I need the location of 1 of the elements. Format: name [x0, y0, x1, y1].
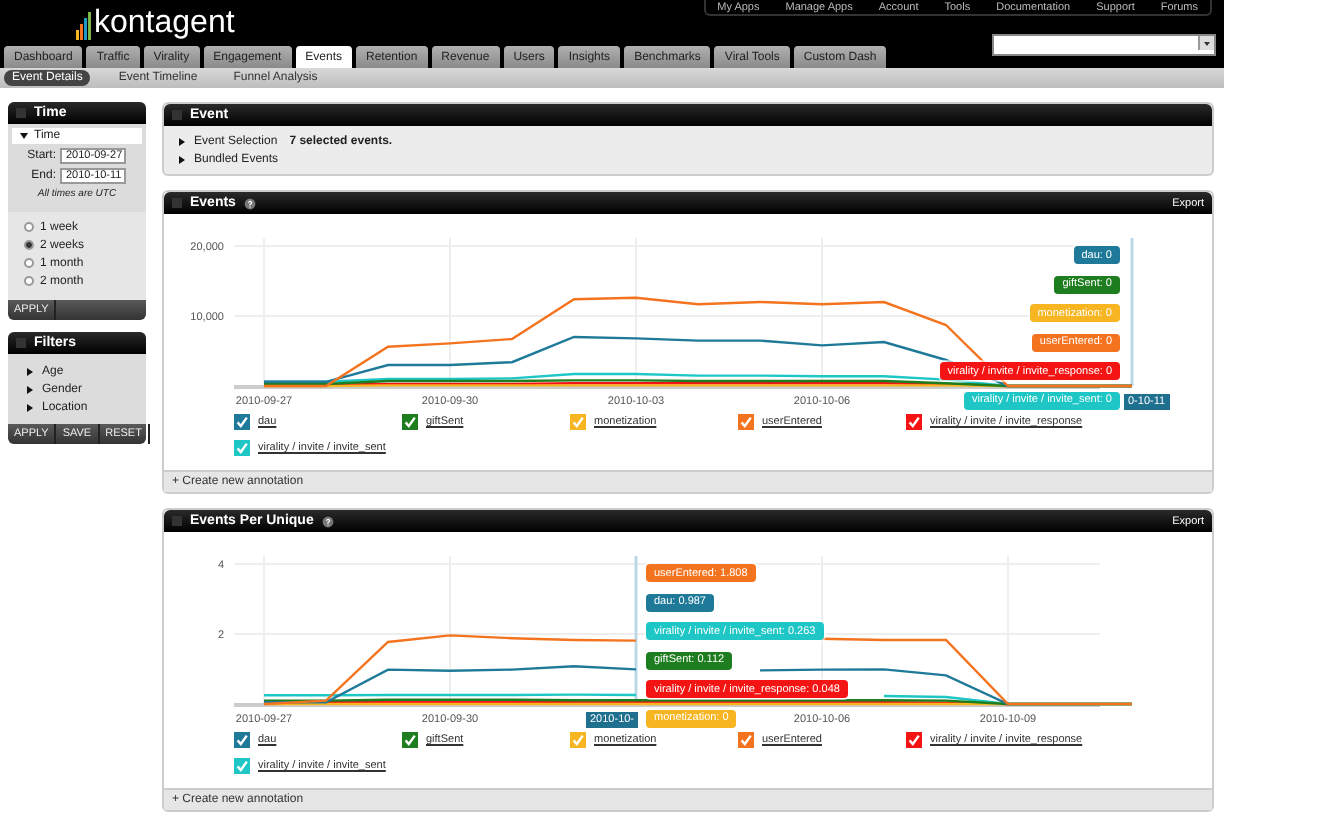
logo-text: kontagent	[94, 8, 235, 40]
